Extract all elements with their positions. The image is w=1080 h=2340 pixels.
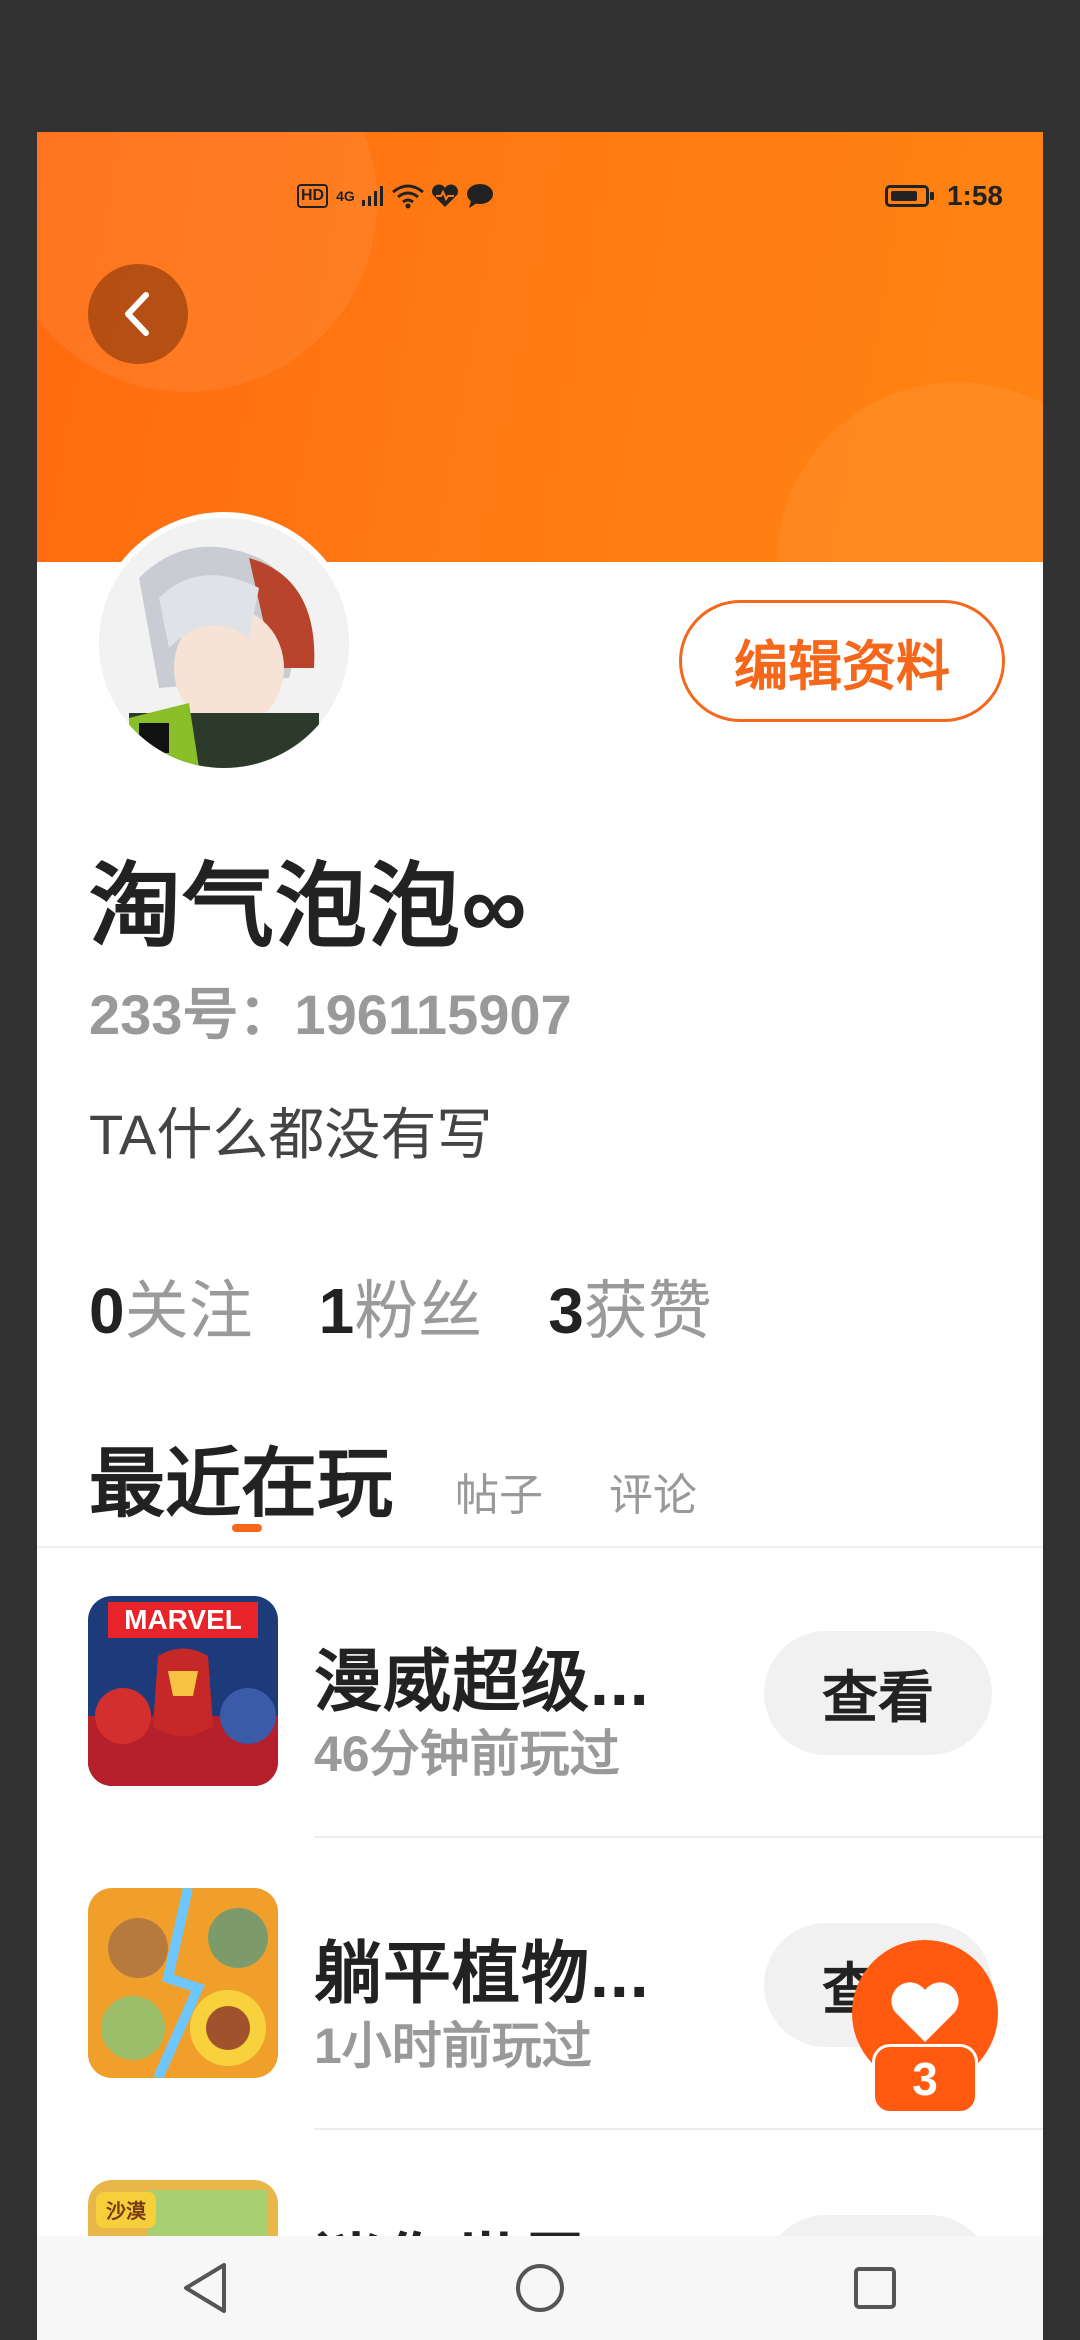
game-icon-plants — [88, 1888, 278, 2078]
nav-home-button[interactable] — [500, 2248, 580, 2328]
avatar-image — [99, 518, 349, 768]
profile-bio: TA什么都没有写 — [89, 1103, 493, 1166]
profile-screen: HD 4G 1:58 编辑资料 淘气泡泡∞ 233号：196115907 TA什… — [37, 132, 1043, 2340]
profile-header-background: HD 4G 1:58 — [37, 132, 1043, 562]
profile-stats: 0关注 1粉丝 3获赞 — [89, 1260, 712, 1352]
message-icon — [466, 184, 493, 208]
stat-label: 粉丝 — [354, 1275, 483, 1347]
game-icon-marvel: MARVEL — [88, 1596, 278, 1786]
game-last-played: 1小时前玩过 — [314, 2018, 592, 2074]
header-decoration — [777, 382, 1043, 562]
profile-tabs: 最近在玩 帖子 评论 — [89, 1422, 697, 1532]
stat-label: 获赞 — [583, 1275, 712, 1347]
chevron-left-icon — [125, 292, 149, 336]
edit-profile-button[interactable]: 编辑资料 — [679, 600, 1005, 722]
status-bar-right: 1:58 — [884, 178, 1003, 214]
status-bar-left: HD 4G — [297, 178, 495, 214]
triangle-back-icon — [183, 2263, 226, 2313]
tab-recently-played[interactable]: 最近在玩 — [89, 1422, 393, 1532]
stat-likes[interactable]: 3获赞 — [548, 1260, 712, 1352]
back-button[interactable] — [88, 264, 188, 364]
svg-text:沙漠: 沙漠 — [106, 2199, 147, 2223]
system-navigation-bar — [37, 2236, 1043, 2340]
square-recents-icon — [854, 2267, 897, 2309]
stat-following[interactable]: 0关注 — [89, 1260, 253, 1352]
nav-recents-button[interactable] — [835, 2248, 915, 2328]
tab-label: 最近在玩 — [89, 1442, 393, 1527]
row-divider — [314, 1836, 1043, 1838]
nav-back-button[interactable] — [165, 2248, 245, 2328]
view-game-button[interactable]: 查看 — [764, 1631, 992, 1755]
tab-posts[interactable]: 帖子 — [455, 1459, 543, 1523]
stat-followers[interactable]: 1粉丝 — [319, 1260, 483, 1352]
tab-indicator — [232, 1524, 262, 1532]
tab-comments[interactable]: 评论 — [609, 1459, 697, 1523]
health-heart-icon — [431, 184, 458, 207]
signal-icon — [361, 186, 383, 206]
battery-icon — [884, 185, 934, 207]
circle-home-icon — [515, 2264, 564, 2312]
network-type: 4G — [336, 188, 355, 204]
stat-number: 3 — [548, 1275, 584, 1347]
svg-text:MARVEL: MARVEL — [124, 1604, 242, 1635]
heart-icon — [891, 1982, 959, 2042]
stat-label: 关注 — [124, 1275, 253, 1347]
stat-number: 0 — [89, 1275, 125, 1347]
hd-indicator: HD — [297, 184, 329, 208]
avatar[interactable] — [93, 512, 355, 774]
wifi-icon — [391, 184, 424, 209]
game-title: 躺平植物... — [314, 1936, 650, 2012]
row-divider — [314, 2128, 1043, 2130]
profile-name: 淘气泡泡∞ — [89, 856, 528, 958]
header-decoration — [37, 132, 377, 392]
stat-number: 1 — [318, 1275, 355, 1347]
status-time: 1:58 — [946, 180, 1003, 211]
game-list-item[interactable]: MARVEL 漫威超级... 46分钟前玩过 查看 — [37, 1548, 1043, 1838]
game-last-played: 46分钟前玩过 — [314, 1726, 620, 1782]
favorite-count-badge: 3 — [872, 2044, 978, 2114]
user-id: 233号：196115907 — [89, 983, 572, 1046]
game-title: 漫威超级... — [314, 1644, 650, 1720]
